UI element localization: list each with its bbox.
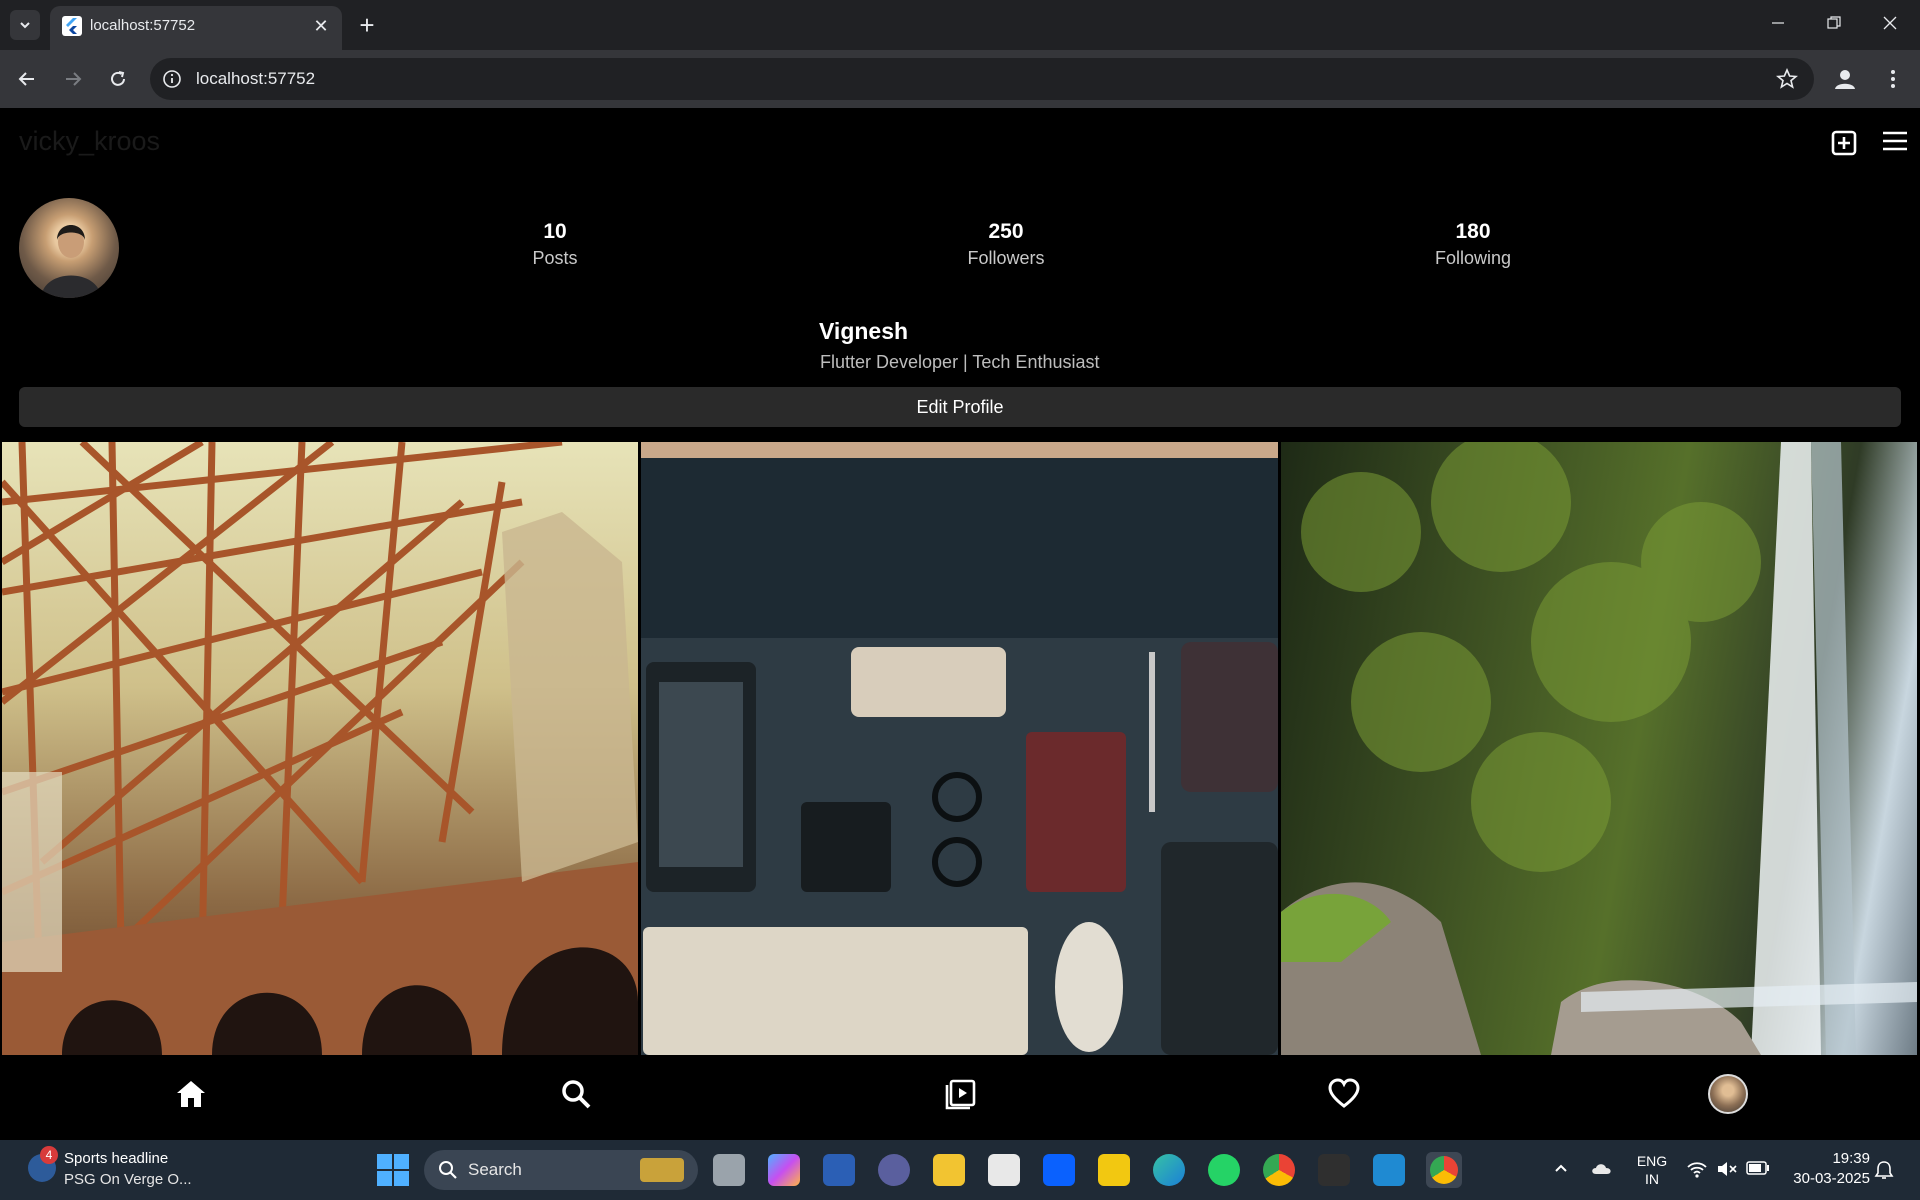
close-window-button[interactable] — [1862, 0, 1918, 46]
close-icon — [1883, 16, 1897, 30]
following-stat[interactable]: 180 Following — [1373, 220, 1573, 269]
profile-avatar[interactable] — [19, 198, 119, 298]
profile-tab-avatar[interactable] — [1708, 1074, 1748, 1114]
taskbar-search[interactable]: Search — [424, 1150, 698, 1190]
taskbar-search-placeholder: Search — [468, 1160, 522, 1179]
chrome-icon[interactable] — [1263, 1154, 1295, 1186]
dropbox-icon[interactable] — [1043, 1154, 1075, 1186]
post-thumbnail[interactable] — [1281, 442, 1917, 1055]
post-thumbnail[interactable] — [2, 442, 638, 1055]
profile-screen: vicky_kroos 10 Posts 250 Followers 180 F… — [0, 108, 1920, 1140]
address-bar[interactable]: localhost:57752 — [150, 58, 1814, 100]
volume-muted-icon[interactable] — [1716, 1160, 1738, 1181]
reload-icon — [111, 71, 125, 86]
forward-button[interactable] — [58, 64, 88, 94]
posts-grid — [0, 442, 1920, 1055]
wifi-icon[interactable] — [1686, 1160, 1708, 1181]
edge-icon[interactable] — [1153, 1154, 1185, 1186]
file-explorer-icon[interactable] — [933, 1154, 965, 1186]
tab-title: localhost:57752 — [90, 17, 196, 34]
onedrive-icon[interactable] — [1590, 1160, 1614, 1179]
search-highlight-icon — [640, 1158, 684, 1182]
task-view-icon[interactable] — [713, 1154, 745, 1186]
news-title: Sports headline — [64, 1150, 169, 1167]
microsoft-store-icon[interactable] — [988, 1154, 1020, 1186]
followers-count: 250 — [988, 220, 1024, 243]
minimize-icon — [1772, 22, 1784, 24]
windows-taskbar: 4 Sports headline PSG On Verge O... Sear… — [0, 1140, 1920, 1200]
start-button[interactable] — [377, 1154, 409, 1186]
minimize-button[interactable] — [1750, 0, 1806, 46]
add-post-icon[interactable] — [1831, 130, 1857, 161]
close-tab-icon[interactable]: ✕ — [310, 15, 332, 37]
notification-bell-icon[interactable] — [1874, 1160, 1894, 1183]
language-line2: IN — [1645, 1171, 1659, 1187]
posts-label: Posts — [532, 248, 578, 268]
battery-icon[interactable] — [1746, 1161, 1770, 1178]
following-label: Following — [1434, 248, 1512, 268]
chevron-up-icon[interactable] — [1553, 1160, 1569, 1179]
heart-icon[interactable] — [1328, 1078, 1360, 1115]
bio-text: Flutter Developer | Tech Enthusiast — [820, 352, 1100, 372]
search-icon — [439, 1161, 457, 1179]
forward-arrow-icon — [66, 72, 82, 86]
new-tab-button[interactable]: + — [352, 10, 382, 40]
news-badge: 4 — [40, 1146, 58, 1164]
username-title: vicky_kroos — [19, 126, 161, 156]
site-info-icon[interactable] — [162, 69, 182, 94]
restore-icon — [1827, 16, 1841, 29]
more-vert-icon — [1891, 70, 1895, 88]
flutter-icon — [62, 16, 82, 36]
news-subtitle: PSG On Verge O... — [64, 1171, 192, 1188]
system-clock[interactable]: 19:39 30-03-2025 — [1780, 1150, 1870, 1187]
bookmark-star-icon[interactable] — [1775, 67, 1799, 95]
power-bi-icon[interactable] — [1098, 1154, 1130, 1186]
search-icon[interactable] — [560, 1078, 592, 1115]
copilot-icon[interactable] — [768, 1154, 800, 1186]
following-count: 180 — [1455, 220, 1491, 243]
posts-stat[interactable]: 10 Posts — [455, 220, 655, 269]
menu-icon[interactable] — [1882, 130, 1908, 157]
back-button[interactable] — [12, 64, 42, 94]
reels-icon[interactable] — [944, 1078, 976, 1115]
eclipse-icon[interactable] — [878, 1154, 910, 1186]
language-indicator[interactable]: ENG IN — [1634, 1152, 1670, 1188]
chrome-active-icon[interactable] — [1426, 1152, 1462, 1188]
display-name: Vignesh — [819, 318, 909, 344]
clock-time: 19:39 — [1832, 1150, 1870, 1167]
home-icon[interactable] — [175, 1078, 207, 1115]
tab-list-button[interactable] — [10, 10, 40, 40]
account-icon — [1835, 70, 1855, 89]
profile-button[interactable] — [1830, 64, 1860, 94]
back-arrow-icon — [18, 72, 34, 86]
defender-icon[interactable] — [823, 1154, 855, 1186]
reload-button[interactable] — [103, 64, 133, 94]
browser-menu-button[interactable] — [1878, 64, 1908, 94]
restore-button[interactable] — [1806, 0, 1862, 46]
posts-count: 10 — [543, 220, 567, 243]
chevron-down-icon — [20, 22, 30, 29]
edit-profile-button[interactable]: Edit Profile — [19, 387, 1901, 427]
followers-label: Followers — [967, 248, 1045, 268]
bottom-navigation — [0, 1056, 1920, 1140]
whatsapp-icon[interactable] — [1208, 1154, 1240, 1186]
followers-stat[interactable]: 250 Followers — [906, 220, 1106, 269]
browser-toolbar: localhost:57752 — [0, 50, 1920, 108]
browser-tab-bar: localhost:57752 ✕ + — [0, 0, 1920, 50]
clock-date: 30-03-2025 — [1793, 1170, 1870, 1187]
language-line1: ENG — [1636, 1153, 1668, 1169]
terminal-icon[interactable] — [1318, 1154, 1350, 1186]
post-thumbnail[interactable] — [641, 442, 1278, 1055]
vscode-icon[interactable] — [1373, 1154, 1405, 1186]
url-text: localhost:57752 — [196, 69, 316, 88]
browser-tab[interactable]: localhost:57752 ✕ — [50, 6, 342, 50]
